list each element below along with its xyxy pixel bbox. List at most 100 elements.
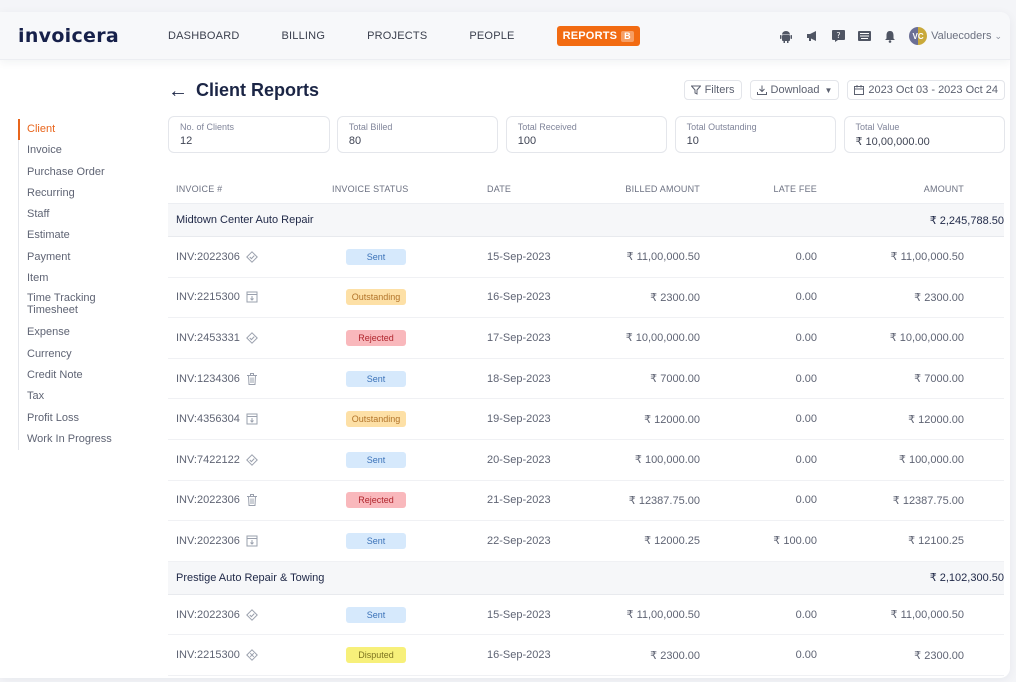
sidebar-item-staff[interactable]: Staff xyxy=(19,204,148,225)
filter-icon xyxy=(690,85,701,95)
invoice-number[interactable]: INV:2022306 xyxy=(176,251,240,263)
sidebar-item-purchase-order[interactable]: Purchase Order xyxy=(19,162,148,183)
late-fee-cell: 0.00 xyxy=(795,250,817,263)
caret-down-icon: ▼ xyxy=(824,85,833,95)
keyboard-icon[interactable] xyxy=(857,29,871,43)
date-range-picker[interactable]: 2023 Oct 03 - 2023 Oct 24 xyxy=(847,80,1005,100)
col-amount[interactable]: AMOUNT xyxy=(817,184,964,194)
late-fee-cell: 0.00 xyxy=(795,453,817,466)
table-row[interactable]: INV:4356304 Outstanding 19-Sep-2023 ₹ 12… xyxy=(168,399,1004,440)
late-fee-cell: 0.00 xyxy=(795,331,817,344)
table-row[interactable]: INV:2022306 Sent 22-Sep-2023 ₹ 12000.25 … xyxy=(168,521,1004,562)
table-row[interactable]: INV:2453331 Rejected 17-Sep-2023 ₹ 10,00… xyxy=(168,318,1004,359)
sidebar-item-recurring[interactable]: Recurring xyxy=(19,183,148,204)
status-cell: Outstanding xyxy=(332,289,487,306)
invoice-number[interactable]: INV:2215300 xyxy=(176,291,240,303)
card-value: 12 xyxy=(180,135,193,147)
download-button[interactable]: Download ▼ xyxy=(749,80,840,100)
sidebar-item-payment[interactable]: Payment xyxy=(19,247,148,268)
invoice-number[interactable]: INV:1234306 xyxy=(176,373,240,385)
avatar[interactable]: VC xyxy=(909,27,928,45)
table-row[interactable]: INV:7422122 Sent 20-Sep-2023 ₹ 100,000.0… xyxy=(168,440,1004,481)
nav-billing[interactable]: BILLING xyxy=(281,30,325,42)
status-cell: Rejected xyxy=(332,329,487,346)
archive-icon[interactable] xyxy=(246,413,258,425)
table-row[interactable]: INV:2022306 Rejected 21-Sep-2023 ₹ 12387… xyxy=(168,481,1004,522)
archive-icon[interactable] xyxy=(246,291,258,303)
sidebar-item-profit-loss[interactable]: Profit Loss xyxy=(19,408,148,429)
user-name[interactable]: Valuecoders xyxy=(931,30,991,42)
invoice-number[interactable]: INV:2022306 xyxy=(176,535,240,547)
invoice-cell: INV:2022306 xyxy=(168,535,332,547)
sidebar-item-work-in-progress[interactable]: Work In Progress xyxy=(19,429,148,450)
nav-projects[interactable]: PROJECTS xyxy=(367,30,427,42)
approved-diamond-icon[interactable] xyxy=(245,608,258,621)
status-cell: Outstanding xyxy=(332,411,487,428)
billed-amount-cell: ₹ 2300.00 xyxy=(650,649,700,662)
sidebar-item-item[interactable]: Item xyxy=(19,268,148,289)
date-cell: 15-Sep-2023 xyxy=(487,608,551,621)
sidebar-item-invoice[interactable]: Invoice xyxy=(19,140,148,161)
client-group-row[interactable]: Midtown Center Auto Repair ₹ 2,245,788.5… xyxy=(168,204,1004,237)
trash-icon[interactable] xyxy=(246,494,258,507)
nav-people[interactable]: PEOPLE xyxy=(469,30,514,42)
invoice-number[interactable]: INV:2215300 xyxy=(176,649,240,661)
billed-amount-cell: ₹ 11,00,000.50 xyxy=(626,251,700,264)
sidebar-item-tax[interactable]: Tax xyxy=(19,386,148,407)
cancelled-diamond-icon[interactable] xyxy=(245,649,258,662)
amount-cell: ₹ 7000.00 xyxy=(914,373,964,386)
invoice-number[interactable]: INV:7422122 xyxy=(176,454,240,466)
sidebar-item-currency[interactable]: Currency xyxy=(19,344,148,365)
back-arrow-icon[interactable]: ← xyxy=(168,81,188,101)
header-actions: Filters Download ▼ 2023 Oct 03 - 2023 Oc… xyxy=(676,80,1005,100)
table-row[interactable]: INV:2215300 Disputed 16-Sep-2023 ₹ 2300.… xyxy=(168,635,1004,676)
logo[interactable]: invoicera xyxy=(18,25,119,47)
col-billed-amount[interactable]: BILLED AMOUNT xyxy=(602,184,700,194)
card-value: ₹ 10,00,000.00 xyxy=(855,136,930,148)
col-date[interactable]: DATE xyxy=(487,184,602,194)
client-group-row[interactable]: Prestige Auto Repair & Towing ₹ 2,102,30… xyxy=(168,561,1004,595)
status-badge: Outstanding xyxy=(346,411,406,428)
main-nav: DASHBOARD BILLING PROJECTS PEOPLE REPORT… xyxy=(168,12,640,60)
sidebar-item-client[interactable]: Client xyxy=(18,119,148,141)
sidebar-item-credit-note[interactable]: Credit Note xyxy=(19,365,148,386)
client-report-table: INVOICE # INVOICE STATUS DATE BILLED AMO… xyxy=(168,175,1004,676)
date-cell: 22-Sep-2023 xyxy=(487,534,551,547)
help-icon[interactable]: ? xyxy=(831,29,845,43)
nav-dashboard[interactable]: DASHBOARD xyxy=(168,30,239,42)
table-row[interactable]: INV:2215300 Outstanding 16-Sep-2023 ₹ 23… xyxy=(168,278,1004,319)
billed-amount-cell: ₹ 12387.75.00 xyxy=(628,494,700,507)
table-row[interactable]: INV:2022306 Sent 15-Sep-2023 ₹ 11,00,000… xyxy=(168,237,1004,278)
chevron-down-icon[interactable]: ⌄ xyxy=(994,31,1002,42)
amount-cell: ₹ 10,00,000.00 xyxy=(889,332,964,345)
bell-icon[interactable] xyxy=(883,29,897,43)
summary-cards: No. of Clients 12 Total Billed 80 Total … xyxy=(168,116,1005,153)
top-navbar: invoicera DASHBOARD BILLING PROJECTS PEO… xyxy=(0,12,1010,60)
col-late-fee[interactable]: LATE FEE xyxy=(700,184,817,194)
invoice-number[interactable]: INV:4356304 xyxy=(176,413,240,425)
table-row[interactable]: INV:1234306 Sent 18-Sep-2023 ₹ 7000.00 0… xyxy=(168,359,1004,400)
col-status[interactable]: INVOICE STATUS xyxy=(332,184,487,194)
trash-icon[interactable] xyxy=(246,372,258,385)
approved-diamond-icon[interactable] xyxy=(245,332,258,344)
amount-cell: ₹ 2300.00 xyxy=(914,291,964,304)
approved-diamond-icon[interactable] xyxy=(245,453,258,466)
col-invoice[interactable]: INVOICE # xyxy=(168,184,332,194)
approved-diamond-icon[interactable] xyxy=(245,250,258,263)
filters-button[interactable]: Filters xyxy=(683,80,742,100)
status-badge: Disputed xyxy=(346,647,406,664)
android-icon[interactable] xyxy=(779,29,793,43)
sidebar-item-estimate[interactable]: Estimate xyxy=(19,225,148,246)
sidebar-item-expense[interactable]: Expense xyxy=(19,322,148,343)
card-label: Total Outstanding xyxy=(686,122,757,132)
card-value: 80 xyxy=(348,135,362,147)
invoice-number[interactable]: INV:2453331 xyxy=(176,332,240,344)
billed-amount-cell: ₹ 11,00,000.50 xyxy=(626,609,700,622)
invoice-number[interactable]: INV:2022306 xyxy=(176,609,240,621)
invoice-number[interactable]: INV:2022306 xyxy=(176,494,240,506)
table-row[interactable]: INV:2022306 Sent 15-Sep-2023 ₹ 11,00,000… xyxy=(168,595,1004,636)
megaphone-icon[interactable] xyxy=(805,29,819,43)
archive-icon[interactable] xyxy=(246,535,258,547)
nav-reports[interactable]: REPORTS B xyxy=(556,26,640,46)
sidebar-item-time-tracking[interactable]: Time Tracking Timesheet xyxy=(19,289,109,322)
